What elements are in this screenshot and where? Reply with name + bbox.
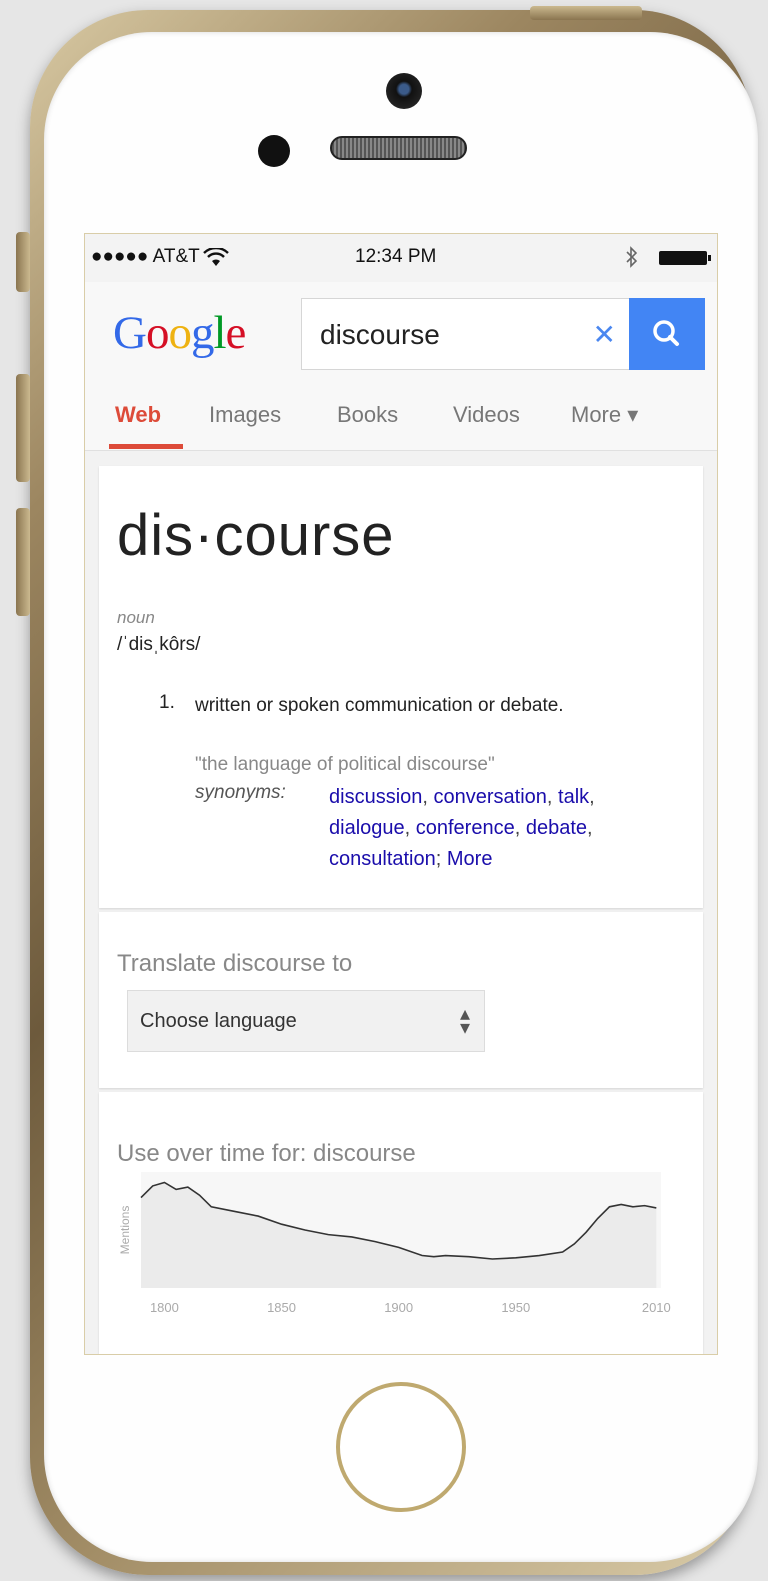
- bluetooth-icon: [626, 246, 638, 268]
- search-header: Google discourse ✕: [85, 282, 717, 383]
- x-tick-label: 2010: [642, 1300, 671, 1315]
- carrier-label: ●●●●● AT&T: [91, 246, 200, 267]
- synonym-link[interactable]: discussion: [329, 786, 422, 808]
- clock: 12:34 PM: [355, 246, 437, 267]
- google-logo[interactable]: Google: [113, 306, 246, 360]
- definition-card: dis·course noun /ˈdisˌkôrs/ 1. written o…: [99, 466, 703, 908]
- sense-definition: written or spoken communication or debat…: [195, 695, 564, 716]
- synonym-link[interactable]: debate: [526, 817, 587, 839]
- tab-videos[interactable]: Videos: [453, 402, 520, 428]
- translate-label: Translate discourse to: [117, 950, 353, 977]
- synonyms-label: synonyms:: [195, 782, 286, 803]
- clear-icon[interactable]: ✕: [593, 321, 616, 349]
- x-tick-label: 1900: [384, 1300, 413, 1315]
- part-of-speech: noun: [117, 608, 155, 627]
- search-query[interactable]: discourse: [320, 319, 440, 351]
- synonyms-more-link[interactable]: More: [447, 848, 493, 870]
- search-icon: [653, 320, 679, 346]
- mute-switch: [16, 232, 30, 292]
- search-tabs: Web Images Books Videos More ▾: [85, 382, 717, 451]
- tab-images[interactable]: Images: [209, 402, 281, 428]
- translate-card: Translate discourse to Choose language ▴…: [99, 912, 703, 1088]
- language-select-value: Choose language: [140, 1010, 297, 1032]
- status-bar: ●●●●● AT&T 12:34 PM: [85, 234, 717, 282]
- usage-chart: Mentions 1800 1850 1900 1950 2010: [118, 1172, 671, 1315]
- x-tick-label: 1950: [501, 1300, 530, 1315]
- tab-more[interactable]: More ▾: [571, 402, 638, 428]
- x-tick-label: 1800: [150, 1300, 179, 1315]
- power-button: [530, 6, 642, 20]
- tab-books[interactable]: Books: [337, 402, 398, 428]
- search-button[interactable]: [629, 298, 705, 370]
- proximity-sensor: [258, 135, 290, 167]
- volume-down-button: [16, 508, 30, 616]
- usage-chart-card: Use over time for: discourse Mentions 180…: [99, 1092, 703, 1354]
- battery-icon: [659, 251, 711, 265]
- sense-number: 1.: [159, 692, 175, 713]
- home-button[interactable]: [336, 1382, 466, 1512]
- volume-up-button: [16, 374, 30, 482]
- synonym-link[interactable]: conference: [416, 817, 515, 839]
- wifi-icon: [203, 248, 229, 266]
- active-tab-indicator: [109, 444, 183, 449]
- earpiece-speaker: [330, 136, 467, 160]
- y-axis-label: Mentions: [118, 1206, 132, 1255]
- select-arrows-icon: ▴ ▾: [459, 1003, 470, 1039]
- x-tick-label: 1850: [267, 1300, 296, 1315]
- pronunciation: /ˈdisˌkôrs/: [117, 634, 201, 655]
- synonyms-list: discussion, conversation, talk, dialogue…: [329, 786, 595, 870]
- synonym-link[interactable]: dialogue: [329, 817, 405, 839]
- headword: dis·course: [117, 503, 395, 568]
- search-input[interactable]: discourse ✕: [301, 298, 631, 370]
- front-camera: [386, 73, 422, 109]
- usage-example: "the language of political discourse": [195, 754, 495, 775]
- phone-screen: ●●●●● AT&T 12:34 PM Google discourse ✕ W…: [84, 233, 718, 1355]
- tab-web[interactable]: Web: [115, 402, 161, 428]
- language-select[interactable]: Choose language ▴ ▾: [127, 990, 485, 1052]
- synonym-link[interactable]: conversation: [434, 786, 547, 808]
- synonym-link[interactable]: consultation: [329, 848, 436, 870]
- synonym-link[interactable]: talk: [558, 786, 589, 808]
